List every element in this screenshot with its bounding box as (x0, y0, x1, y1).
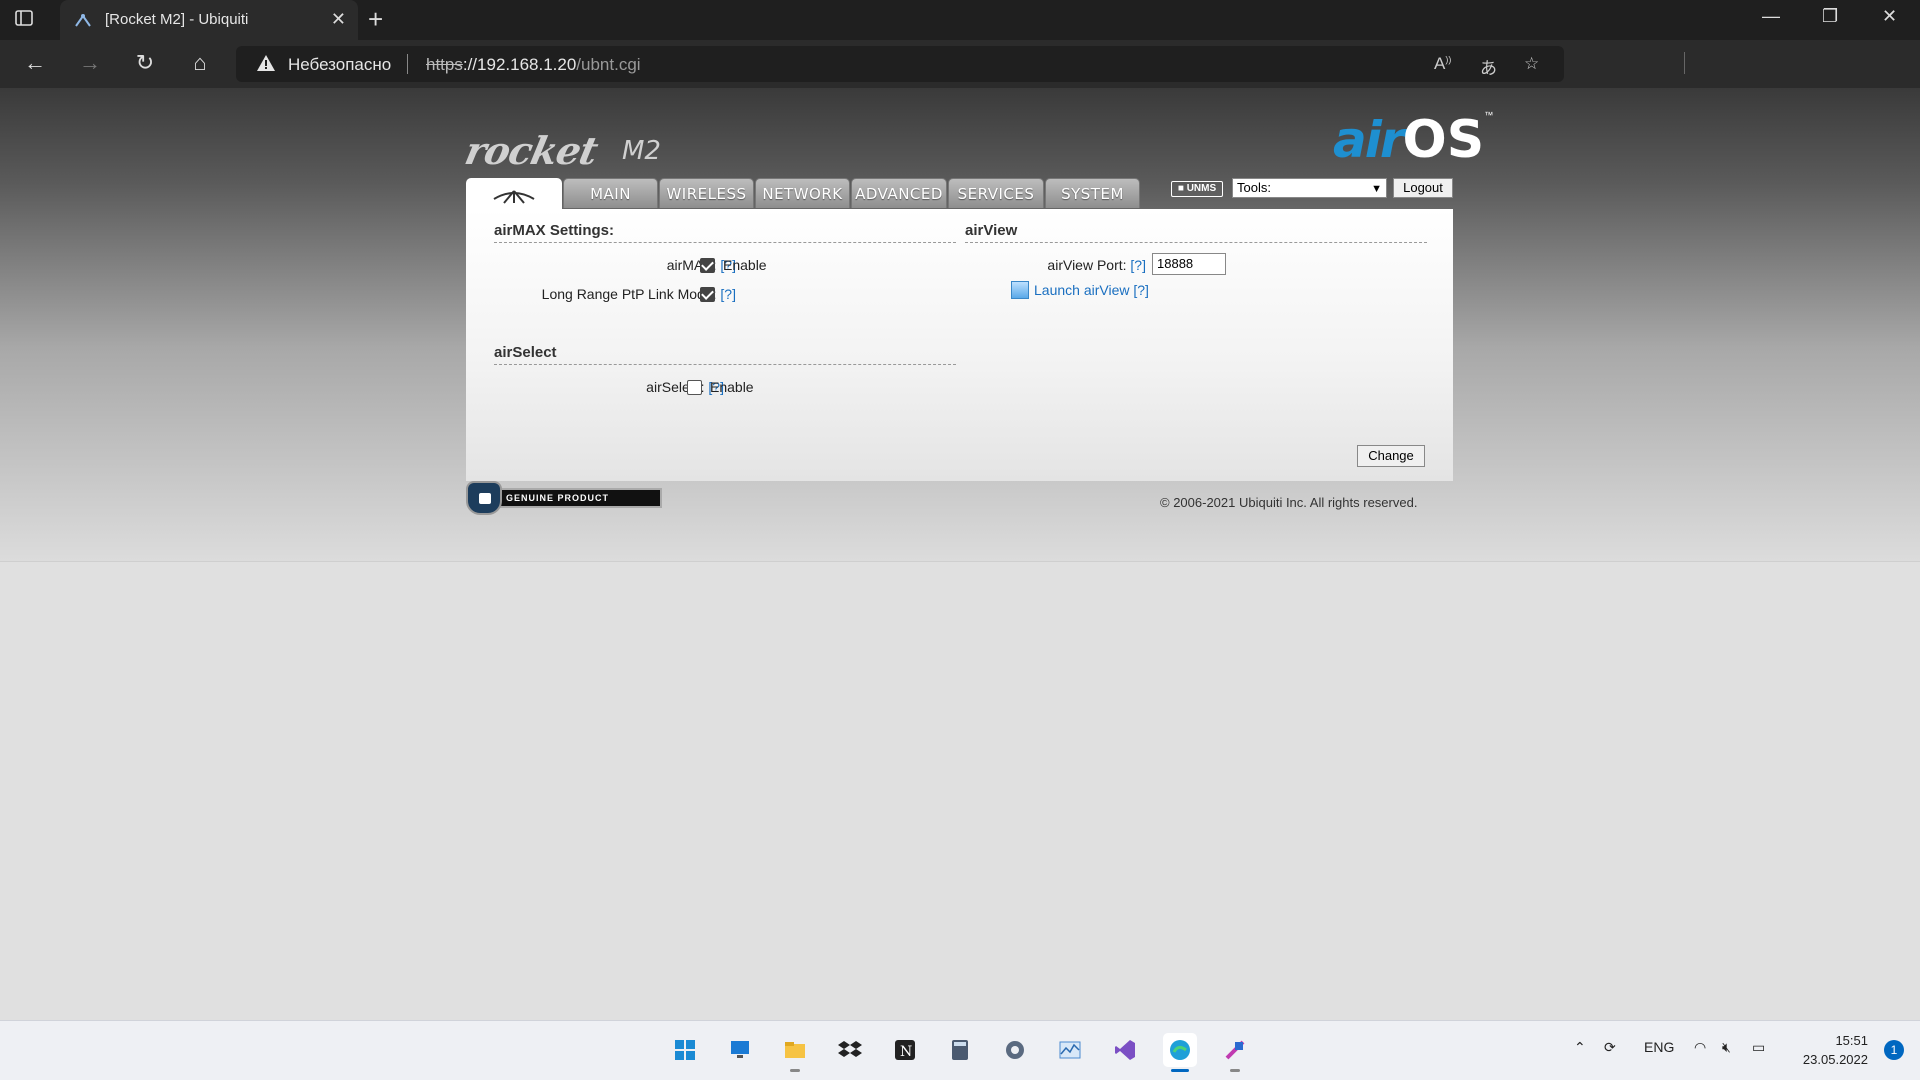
address-separator (407, 54, 408, 74)
back-icon[interactable]: ← (20, 50, 50, 76)
security-label[interactable]: Небезопасно (288, 55, 391, 75)
close-window-icon[interactable]: ✕ (1882, 6, 1897, 27)
airview-launch-icon[interactable] (1011, 281, 1029, 299)
tab-actions-icon[interactable] (14, 8, 46, 32)
home-icon[interactable]: ⌂ (185, 50, 215, 76)
warning-icon (257, 55, 275, 71)
windows-taskbar: N ⌃ ⟳ ENG ◠ 🔇︎ ▭ 15:51 23.05.2022 1 (0, 1020, 1920, 1080)
unms-button[interactable]: ■ UNMS (1171, 181, 1223, 197)
address-bar[interactable]: Небезопасно https://192.168.1.20/ubnt.cg… (236, 46, 1564, 82)
wifi-icon[interactable]: ◠ (1694, 1039, 1706, 1056)
url-path: /ubnt.cgi (576, 55, 641, 74)
edge-icon[interactable] (1163, 1033, 1197, 1072)
launch-airview-link[interactable]: Launch airView [?] (1034, 282, 1149, 298)
airview-port-label: airView Port: [?] (1047, 257, 1146, 273)
tools-select[interactable]: Tools: ▼ (1232, 178, 1387, 198)
sync-icon[interactable]: ⟳ (1604, 1039, 1616, 1056)
tab-system[interactable]: SYSTEM (1045, 178, 1140, 208)
new-tab-icon[interactable]: + (368, 4, 383, 35)
airmax-enable-label: Enable (723, 257, 767, 273)
rocket-logo: rocket (461, 128, 602, 173)
running-indicator (790, 1069, 800, 1072)
copyright-text: © 2006-2021 Ubiquiti Inc. All rights res… (1160, 495, 1418, 510)
browser-toolbar: ← → ↻ ⌂ Небезопасно https://192.168.1.20… (0, 40, 1920, 118)
file-explorer-icon[interactable] (778, 1033, 812, 1072)
resource-monitor-icon[interactable] (1053, 1033, 1087, 1067)
airos-logo: airOS™ (1333, 110, 1494, 170)
airview-section-title: airView (965, 222, 1427, 243)
toolbar-separator (1684, 52, 1685, 74)
ptp-help-link[interactable]: [?] (720, 286, 736, 302)
ptp-row-label: Long Range PtP Link Mode: [?] (541, 286, 736, 302)
page-content: rocket M2 airOS™ MAIN WIRELESS NETWORK A… (0, 88, 1920, 1020)
battery-icon[interactable]: ▭ (1752, 1039, 1765, 1056)
tab-close-icon[interactable]: ✕ (331, 9, 346, 30)
visual-studio-icon[interactable] (1108, 1033, 1142, 1067)
notification-badge[interactable]: 1 (1884, 1040, 1904, 1060)
volume-muted-icon[interactable]: 🔇︎ (1722, 1039, 1731, 1056)
tab-main[interactable]: MAIN (563, 178, 658, 208)
system-clock[interactable]: 15:51 23.05.2022 (1803, 1031, 1868, 1069)
calculator-icon[interactable] (943, 1033, 977, 1067)
airmax-checkbox[interactable] (700, 258, 715, 273)
url-text[interactable]: https://192.168.1.20/ubnt.cgi (426, 55, 641, 75)
url-scheme: https (426, 55, 463, 74)
app-icon[interactable] (1218, 1033, 1252, 1072)
airmax-section-title: airMAX Settings: (494, 222, 956, 243)
settings-panel: airMAX Settings: airMAX: [?] Enable Long… (466, 209, 1453, 481)
ptp-checkbox[interactable] (700, 287, 715, 302)
settings-icon[interactable] (998, 1033, 1032, 1067)
airselect-checkbox[interactable] (687, 380, 702, 395)
minimize-icon[interactable]: — (1762, 6, 1780, 27)
url-host: ://192.168.1.20 (462, 55, 577, 74)
read-aloud-icon[interactable]: A)) (1434, 54, 1451, 74)
translate-icon[interactable]: あ (1480, 54, 1497, 79)
tab-wireless[interactable]: WIRELESS (659, 178, 754, 208)
airview-port-help-link[interactable]: [?] (1130, 257, 1146, 273)
genuine-product-badge: GENUINE PRODUCT (466, 481, 664, 515)
remote-desktop-icon[interactable] (723, 1033, 757, 1067)
clock-date: 23.05.2022 (1802, 1052, 1868, 1067)
clock-time: 15:51 (1835, 1033, 1868, 1048)
airselect-section-title: airSelect (494, 344, 956, 365)
chevron-down-icon: ▼ (1371, 183, 1382, 195)
language-indicator[interactable]: ENG (1644, 1039, 1674, 1055)
reload-icon[interactable]: ↻ (130, 50, 160, 76)
genuine-product-label: GENUINE PRODUCT (494, 488, 662, 508)
ubiquiti-logo-icon (493, 190, 535, 204)
show-hidden-icons-icon[interactable]: ⌃ (1574, 1039, 1586, 1056)
tab-services[interactable]: SERVICES (948, 178, 1044, 208)
ubiquiti-favicon-icon (75, 14, 91, 27)
svg-text:N: N (900, 1044, 912, 1060)
forward-icon[interactable]: → (75, 50, 105, 76)
tab-title: [Rocket M2] - Ubiquiti (105, 11, 249, 28)
model-logo: M2 (622, 136, 661, 166)
restore-icon[interactable]: ❐ (1822, 6, 1838, 27)
tab-advanced[interactable]: ADVANCED (851, 178, 947, 208)
logout-button[interactable]: Logout (1393, 178, 1453, 198)
browser-tab[interactable]: [Rocket M2] - Ubiquiti ✕ (60, 0, 358, 40)
airview-port-input[interactable]: 18888 (1152, 253, 1226, 275)
lock-shield-icon (466, 481, 502, 515)
change-button[interactable]: Change (1357, 445, 1425, 467)
running-indicator (1230, 1069, 1240, 1072)
start-icon[interactable] (668, 1033, 702, 1067)
airselect-enable-label: Enable (710, 379, 754, 395)
add-favorite-icon[interactable]: ☆ (1524, 54, 1539, 74)
tab-airmax[interactable] (466, 178, 562, 210)
tab-network[interactable]: NETWORK (755, 178, 850, 208)
active-indicator (1171, 1069, 1189, 1072)
notion-icon[interactable]: N (888, 1033, 922, 1067)
browser-tab-bar: [Rocket M2] - Ubiquiti ✕ + — ❐ ✕ (0, 0, 1920, 40)
dropbox-icon[interactable] (833, 1033, 867, 1067)
